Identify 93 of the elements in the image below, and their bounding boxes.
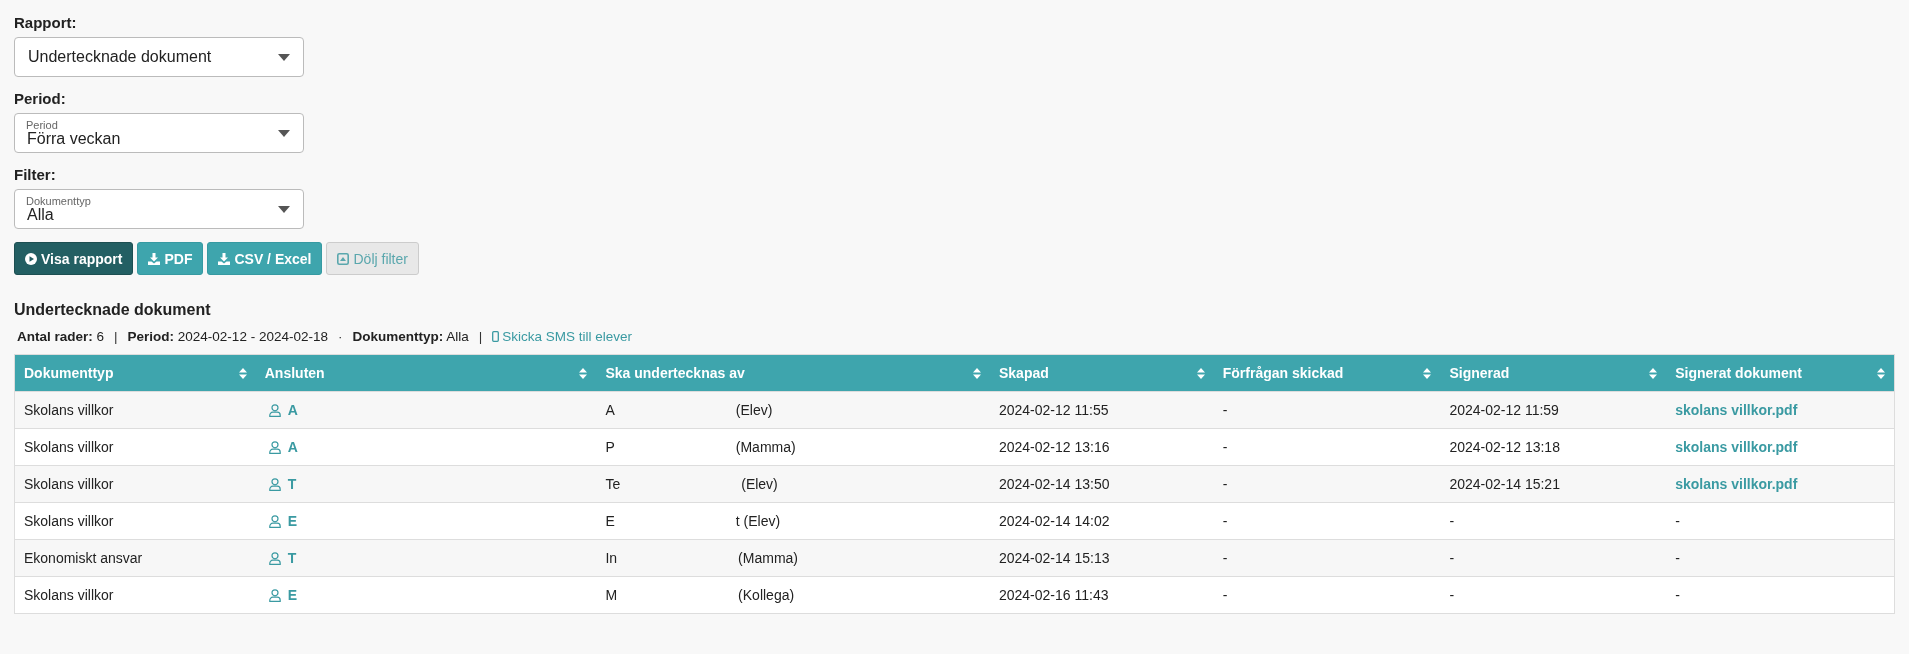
table-cell: In [605, 550, 618, 566]
table-cell: (Elev) [735, 402, 773, 418]
table-cell: Skolans villkor [14, 502, 256, 540]
table-cell: Skolans villkor [14, 465, 256, 503]
column-header[interactable]: Ska undertecknas av [596, 354, 990, 392]
table-cell: (Mamma) [738, 550, 798, 566]
phone-icon [492, 331, 500, 342]
sort-icon [1877, 367, 1885, 379]
table-cell: Te [605, 476, 621, 492]
table-cell: E [605, 513, 615, 529]
action-button[interactable]: Visa rapport [14, 242, 134, 275]
field-label: Rapport: [14, 14, 77, 31]
table-cell: - [1213, 576, 1441, 614]
table-cell: - [1213, 465, 1441, 503]
caret-icon [278, 205, 290, 213]
person-icon [268, 403, 281, 417]
dropdown-field[interactable]: Dokumenttyp Alla [14, 189, 304, 229]
sms-link[interactable]: Skicka SMS till elever [492, 329, 633, 344]
dropdown-field[interactable]: Period Förra veckan [14, 113, 304, 153]
caret-icon [278, 53, 290, 61]
table-cell: 2024-02-12 11:59 [1440, 391, 1667, 429]
table-cell: M [605, 587, 618, 603]
table-cell: (Elev) [741, 476, 778, 492]
person-icon [268, 477, 281, 491]
person-icon [268, 588, 281, 602]
table-cell: (Kollega) [738, 587, 795, 603]
caret-icon [278, 129, 290, 137]
report-title: Undertecknade dokument [14, 301, 211, 319]
person-icon [268, 440, 281, 454]
collapse-icon [337, 252, 350, 265]
field-label: Period: [14, 90, 66, 107]
table-cell: 2024-02-12 13:16 [989, 428, 1214, 466]
sort-icon [579, 367, 588, 379]
person-link[interactable]: E [287, 587, 298, 603]
play-circle-icon [25, 252, 37, 265]
table-cell: - [1666, 502, 1895, 540]
person-link[interactable]: T [287, 550, 297, 566]
action-button[interactable]: Dölj filter [326, 242, 419, 275]
sort-icon [1423, 367, 1432, 379]
download-icon [148, 252, 161, 265]
table-cell: A [605, 402, 615, 418]
separator-text: | [114, 329, 118, 344]
person-link[interactable]: E [287, 513, 298, 529]
table-cell: - [1213, 391, 1441, 429]
table-cell: Ekonomiskt ansvar [14, 539, 256, 577]
column-header[interactable]: Signerat dokument [1666, 354, 1895, 392]
column-header[interactable]: Ansluten [255, 354, 597, 392]
person-link[interactable]: T [287, 476, 297, 492]
summary-text: Dokumenttyp: Alla [352, 329, 469, 344]
table-cell: 2024-02-14 13:50 [989, 465, 1214, 503]
summary-text: Period: 2024-02-12 - 2024-02-18 [127, 329, 328, 344]
column-header[interactable]: Skapad [989, 354, 1214, 392]
table-cell: - [1666, 576, 1895, 614]
field-label: Filter: [14, 166, 56, 183]
dropdown-field[interactable]: Undertecknade dokument [14, 37, 304, 77]
document-link[interactable]: skolans villkor.pdf [1675, 476, 1798, 492]
table-cell: - [1213, 502, 1441, 540]
table-cell: - [1440, 576, 1667, 614]
sort-icon [238, 367, 247, 379]
sort-icon [1196, 367, 1205, 379]
table-cell: 2024-02-14 14:02 [989, 502, 1214, 540]
table-cell: - [1440, 502, 1667, 540]
table-cell: - [1666, 539, 1895, 577]
table-cell: - [1213, 539, 1441, 577]
action-button[interactable]: PDF [137, 242, 204, 275]
table-cell: t (Elev) [735, 513, 781, 529]
document-link[interactable]: skolans villkor.pdf [1675, 402, 1798, 418]
table-cell: - [1440, 539, 1667, 577]
table-cell: Skolans villkor [14, 391, 256, 429]
sort-icon [972, 367, 981, 379]
table-cell: 2024-02-12 11:55 [989, 391, 1214, 429]
column-header[interactable]: Förfrågan skickad [1213, 354, 1441, 392]
download-icon [218, 252, 231, 265]
separator-text: | [478, 329, 483, 344]
table-cell: P [605, 439, 615, 455]
person-link[interactable]: A [287, 439, 298, 455]
person-link[interactable]: A [287, 402, 298, 418]
table-cell: - [1213, 428, 1441, 466]
column-header[interactable]: Signerad [1440, 354, 1667, 392]
table-cell: (Mamma) [735, 439, 796, 455]
table-cell: Skolans villkor [14, 428, 256, 466]
table-cell: 2024-02-14 15:13 [989, 539, 1214, 577]
separator-text: · [337, 329, 343, 344]
table-cell: 2024-02-16 11:43 [989, 576, 1214, 614]
person-icon [268, 514, 281, 528]
sort-icon [1649, 367, 1658, 379]
table-cell: Skolans villkor [14, 576, 256, 614]
person-icon [268, 551, 281, 565]
summary-text: Antal rader: 6 [17, 329, 105, 344]
action-button[interactable]: CSV / Excel [207, 242, 323, 275]
table-cell: 2024-02-14 15:21 [1440, 465, 1667, 503]
table-cell: 2024-02-12 13:18 [1440, 428, 1667, 466]
column-header[interactable]: Dokumenttyp [14, 354, 256, 392]
